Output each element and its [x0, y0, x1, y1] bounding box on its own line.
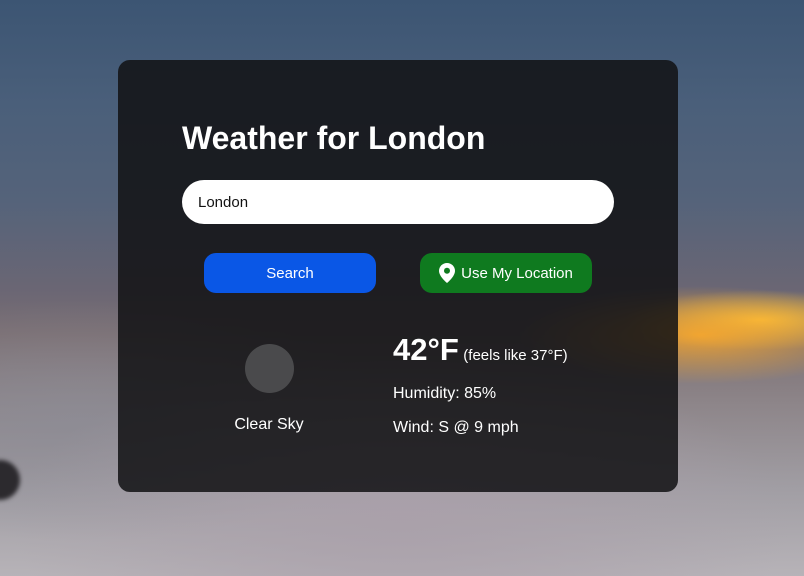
page-title: Weather for London: [182, 120, 486, 156]
temperature-value: 42°F: [393, 332, 459, 367]
use-my-location-label: Use My Location: [461, 264, 573, 282]
temperature-line: 42°F (feels like 37°F): [393, 332, 568, 368]
use-my-location-button[interactable]: Use My Location: [420, 253, 592, 293]
background-rock: [0, 460, 20, 500]
weather-card: Weather for London Search Use My Locatio…: [118, 60, 678, 492]
weather-condition-icon: [245, 344, 294, 393]
wind-text: Wind: S @ 9 mph: [393, 419, 519, 436]
feels-like-text: (feels like 37°F): [463, 347, 568, 364]
humidity-text: Humidity: 85%: [393, 385, 497, 402]
weather-condition-text: Clear Sky: [234, 416, 304, 433]
search-button-label: Search: [266, 264, 314, 282]
search-button[interactable]: Search: [204, 253, 376, 293]
city-search-input[interactable]: [182, 180, 614, 224]
map-pin-icon: [439, 263, 456, 283]
